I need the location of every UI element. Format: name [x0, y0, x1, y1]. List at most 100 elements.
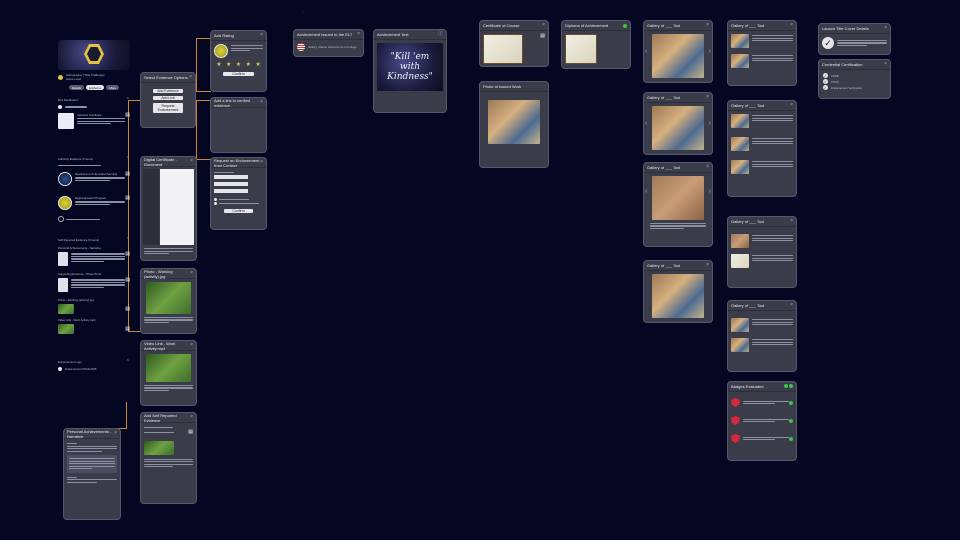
gallery-photo[interactable]	[652, 34, 704, 78]
file-icon[interactable]: ▤	[125, 172, 130, 177]
video-preview[interactable]	[146, 354, 191, 382]
add-evidence-button[interactable]: Add Evidence	[153, 89, 183, 93]
add-link-button[interactable]: Add Link	[153, 96, 183, 100]
endorsement-entry[interactable]: Endorsement 05/14/2025	[65, 367, 96, 371]
file-icon[interactable]: ▤	[125, 326, 130, 332]
photo-thumb[interactable]	[731, 54, 749, 68]
file-icon[interactable]: ▤	[540, 34, 545, 64]
proof-photo[interactable]	[488, 100, 540, 144]
tab-evidence[interactable]: Evidence	[85, 85, 105, 90]
chevron-up-icon[interactable]: ⌃	[126, 238, 130, 243]
file-icon[interactable]: ▤	[125, 306, 130, 312]
evidence-photo[interactable]	[144, 440, 174, 455]
radio-button[interactable]	[214, 197, 217, 201]
check-circle-icon: ✓	[823, 73, 828, 78]
close-icon[interactable]: ×	[790, 23, 793, 28]
photo-thumb[interactable]	[731, 137, 749, 151]
credential-item: Endorsement Verification	[831, 85, 863, 90]
close-icon[interactable]: ×	[706, 165, 709, 170]
photo-thumb[interactable]	[58, 304, 74, 315]
chevron-up-icon[interactable]: ⌃	[126, 360, 130, 365]
video-thumb[interactable]	[58, 324, 74, 335]
close-icon[interactable]: ×	[190, 415, 193, 420]
certificate-image[interactable]	[483, 34, 523, 64]
close-icon[interactable]: ×	[790, 219, 793, 224]
gallery-photo[interactable]	[652, 176, 704, 220]
tab-more[interactable]: More	[106, 85, 120, 90]
chevron-left-icon[interactable]: ‹	[645, 188, 647, 195]
file-icon[interactable]: ▤	[125, 278, 130, 292]
close-icon[interactable]: ×	[706, 95, 709, 100]
info-icon[interactable]: ⓘ	[438, 32, 443, 37]
gallery-photo[interactable]	[652, 274, 704, 318]
connector	[196, 38, 211, 92]
close-icon[interactable]: ×	[542, 23, 545, 28]
request-endorsement-button[interactable]: Request Endorsement	[153, 103, 183, 113]
panel-title: Launch Title Cover Details	[822, 26, 869, 31]
evidence-photo[interactable]	[146, 282, 191, 314]
star-icon[interactable]: ★	[226, 61, 231, 68]
file-icon[interactable]: ▤	[125, 113, 130, 118]
email-field[interactable]	[214, 189, 249, 194]
close-icon[interactable]: ×	[884, 26, 887, 31]
close-icon[interactable]: ×	[189, 75, 192, 80]
contact-select[interactable]	[214, 175, 249, 180]
organization-name[interactable]: Gallery, Clarion Veterans Go to College	[308, 45, 357, 49]
file-icon[interactable]: ▤	[125, 252, 130, 266]
chevron-right-icon[interactable]: ›	[709, 48, 711, 55]
chevron-right-icon[interactable]: ›	[709, 188, 711, 195]
close-icon[interactable]: ×	[190, 271, 193, 276]
diploma-image[interactable]	[565, 34, 597, 64]
confirm-button[interactable]: Confirm	[223, 72, 254, 76]
file-icon[interactable]: ▤	[125, 196, 130, 201]
close-icon[interactable]: ×	[884, 62, 887, 67]
tab-details[interactable]: Details	[68, 85, 84, 90]
close-icon[interactable]: ×	[114, 431, 117, 436]
award-icon	[58, 196, 72, 211]
video-panel: Video Link - Work Activity.mp4 ×	[140, 340, 197, 406]
gallery-photo[interactable]	[652, 106, 704, 150]
star-icon[interactable]: ★	[216, 61, 221, 68]
check-circle-icon: ✓	[823, 85, 828, 90]
star-icon[interactable]: ★	[246, 61, 251, 68]
close-icon[interactable]: ×	[706, 23, 709, 28]
chevron-right-icon[interactable]: ›	[709, 120, 711, 127]
status-icon	[58, 367, 62, 372]
photo-thumb[interactable]	[731, 234, 749, 248]
chevron-up-icon[interactable]: ⌃	[126, 157, 130, 162]
panel-title: Gallery of ___ Tool	[647, 23, 681, 28]
quote-image[interactable]: "Kill 'em with Kindness"	[377, 43, 443, 91]
radio-button[interactable]	[214, 201, 217, 205]
photo-thumb[interactable]	[731, 254, 749, 268]
close-icon[interactable]: ×	[190, 343, 193, 348]
add-icon[interactable]	[58, 216, 64, 223]
name-field[interactable]	[214, 182, 249, 187]
gallery-list-panel: Gallery of ___ Tool ×	[727, 216, 797, 288]
file-icon[interactable]: ▤	[188, 429, 193, 435]
board-canvas[interactable]: Cartographer (Tilde Challenge) Game Leve…	[0, 0, 960, 540]
close-icon[interactable]: ×	[790, 103, 793, 108]
evidence-title: Regional Award Program	[75, 196, 107, 201]
close-icon[interactable]: ×	[790, 303, 793, 308]
close-icon[interactable]: ×	[190, 159, 193, 164]
chevron-up-icon[interactable]: ⌃	[126, 98, 130, 103]
photo-thumb[interactable]	[731, 338, 749, 352]
close-icon[interactable]: ×	[260, 100, 263, 105]
star-icon[interactable]: ★	[255, 61, 260, 68]
close-icon[interactable]: ×	[260, 33, 263, 38]
chevron-left-icon[interactable]: ‹	[645, 120, 647, 127]
chevron-left-icon[interactable]: ‹	[645, 48, 647, 55]
gallery-list-panel: Gallery of ___ Tool ×	[727, 100, 797, 197]
close-icon[interactable]: ×	[357, 32, 360, 37]
close-icon[interactable]: ×	[260, 160, 263, 165]
star-icon[interactable]: ★	[236, 61, 241, 68]
photo-thumb[interactable]	[731, 318, 749, 332]
evidence-title: Personal Achievements - Narrative	[58, 246, 102, 251]
narrative-textbox[interactable]	[67, 454, 117, 473]
close-icon[interactable]: ×	[706, 263, 709, 268]
photo-thumb[interactable]	[731, 34, 749, 48]
photo-thumb[interactable]	[731, 114, 749, 128]
photo-thumb[interactable]	[731, 160, 749, 174]
document-sidebar	[143, 169, 159, 245]
confirm-button[interactable]: Confirm	[224, 209, 253, 214]
